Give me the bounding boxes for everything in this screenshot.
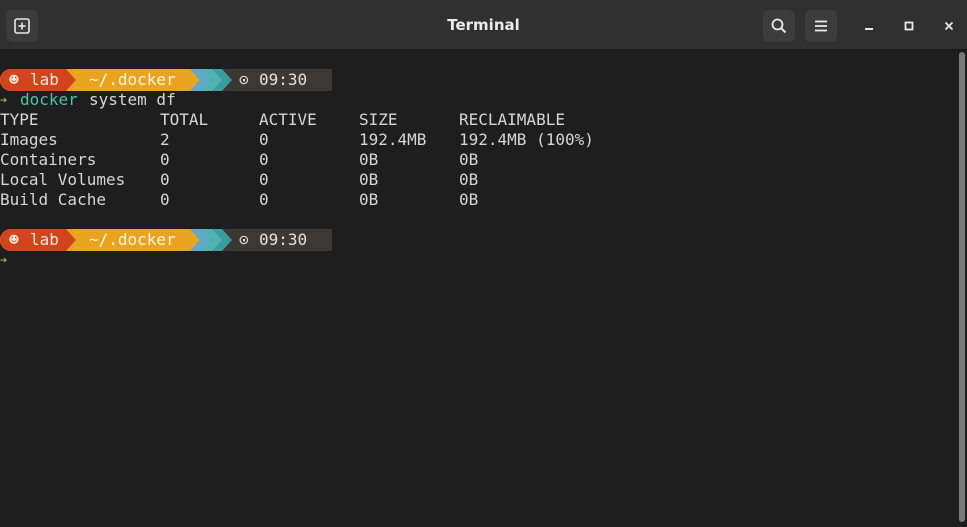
user-icon: ☻ [9,70,19,89]
prompt-user: lab [30,70,59,89]
prompt-path: ~/.docker [89,70,176,89]
cell-active: 0 [259,130,269,149]
table-row: Images 2 0 192.4MB 192.4MB (100%) [0,130,700,150]
new-tab-button[interactable] [6,10,38,42]
title-bar: Terminal [0,0,967,50]
header-total: TOTAL [160,110,209,129]
prompt-path: ~/.docker [89,230,176,249]
cell-size: 0B [359,170,379,189]
header-type: TYPE [0,110,39,129]
cell-reclaimable: 0B [459,190,479,209]
cell-total: 0 [160,190,170,209]
maximize-button[interactable] [896,13,922,39]
prompt-user: lab [30,230,59,249]
prompt-bar: ☻ lab ~/.docker ⊙ 09:30 [0,229,340,251]
search-button[interactable] [763,10,795,42]
menu-button[interactable] [805,10,837,42]
table-header: TYPE TOTAL ACTIVE SIZE RECLAIMABLE [0,110,700,130]
cell-active: 0 [259,190,269,209]
prompt-time: 09:30 [259,70,308,89]
scrollbar[interactable] [959,52,965,522]
input-line[interactable]: ➔ [0,250,100,270]
search-icon [771,18,787,34]
cell-reclaimable: 0B [459,150,479,169]
terminal-output[interactable]: ☻ lab ~/.docker ⊙ 09:30 ➔ docker system … [0,50,958,527]
cell-size: 0B [359,150,379,169]
minimize-button[interactable] [856,13,882,39]
minimize-icon [865,28,873,30]
cell-size: 192.4MB [359,130,427,149]
header-active: ACTIVE [259,110,317,129]
new-tab-icon [14,18,30,34]
clock-icon: ⊙ [239,230,249,249]
cell-total: 0 [160,170,170,189]
cell-type: Images [0,130,58,149]
table-row: Build Cache 0 0 0B 0B [0,190,700,210]
cell-reclaimable: 192.4MB (100%) [459,130,594,149]
close-icon [944,21,954,31]
cell-active: 0 [259,150,269,169]
cell-type: Containers [0,150,97,169]
clock-icon: ⊙ [239,70,249,89]
header-reclaimable: RECLAIMABLE [459,110,565,129]
table-row: Containers 0 0 0B 0B [0,150,700,170]
close-button[interactable] [936,13,962,39]
cell-total: 0 [160,150,170,169]
prompt-time: 09:30 [259,230,308,249]
cell-type: Local Volumes [0,170,126,189]
cell-type: Build Cache [0,190,106,209]
terminal-window: Terminal ☻ lab ~/.docker ⊙ 09:30 ➔ docke… [0,0,967,527]
user-icon: ☻ [9,230,19,249]
hamburger-menu-icon [815,20,827,32]
command-name: docker [20,90,78,109]
table-row: Local Volumes 0 0 0B 0B [0,170,700,190]
prompt-bar: ☻ lab ~/.docker ⊙ 09:30 [0,69,340,91]
prompt-arrow-icon: ➔ [0,93,8,107]
command-line: ➔ docker system df [0,90,400,110]
cell-size: 0B [359,190,379,209]
command-args: system df [89,90,176,109]
header-size: SIZE [359,110,398,129]
prompt-arrow-icon: ➔ [0,253,8,267]
cell-reclaimable: 0B [459,170,479,189]
maximize-icon [904,21,914,31]
cell-active: 0 [259,170,269,189]
cell-total: 2 [160,130,170,149]
